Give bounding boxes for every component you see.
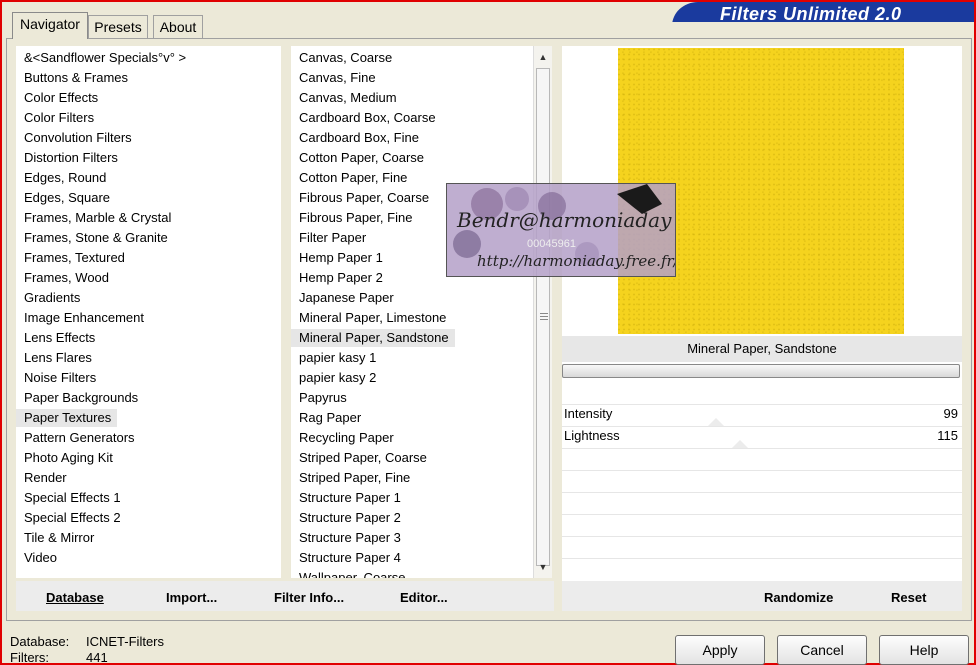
lightness-label: Lightness xyxy=(564,428,620,443)
category-item[interactable]: Color Effects xyxy=(16,89,104,107)
category-item[interactable]: Convolution Filters xyxy=(16,129,138,147)
tab-about[interactable]: About xyxy=(153,15,203,38)
filter-item[interactable]: Structure Paper 1 xyxy=(291,489,407,507)
filter-item[interactable]: Hemp Paper 1 xyxy=(291,249,389,267)
filter-item[interactable]: Cardboard Box, Coarse xyxy=(291,109,442,127)
filter-item[interactable]: Striped Paper, Coarse xyxy=(291,449,433,467)
category-item[interactable]: Edges, Round xyxy=(16,169,112,187)
watermark-name: Bendr@harmoniaday xyxy=(457,208,672,232)
filter-item[interactable]: Rag Paper xyxy=(291,409,367,427)
scroll-thumb[interactable] xyxy=(536,68,550,566)
lightness-slider[interactable]: Lightness 115 xyxy=(562,426,960,446)
category-item[interactable]: Lens Effects xyxy=(16,329,101,347)
category-item[interactable]: Image Enhancement xyxy=(16,309,150,327)
filters-status-value: 441 xyxy=(86,650,108,665)
filter-item[interactable]: Structure Paper 3 xyxy=(291,529,407,547)
filter-item[interactable]: Structure Paper 4 xyxy=(291,549,407,567)
category-item[interactable]: Special Effects 2 xyxy=(16,509,127,527)
filter-item[interactable]: Cotton Paper, Coarse xyxy=(291,149,430,167)
editor-button[interactable]: Editor... xyxy=(400,590,448,605)
category-item[interactable]: Photo Aging Kit xyxy=(16,449,119,467)
filter-item[interactable]: Papyrus xyxy=(291,389,353,407)
filter-item[interactable]: Mineral Paper, Sandstone xyxy=(291,329,455,347)
lightness-value: 115 xyxy=(937,428,958,443)
category-item[interactable]: &<Sandflower Specials°v° > xyxy=(16,49,192,67)
filter-item[interactable]: Recycling Paper xyxy=(291,429,400,447)
filter-item[interactable]: Fibrous Paper, Fine xyxy=(291,209,418,227)
category-item[interactable]: Noise Filters xyxy=(16,369,102,387)
filter-item[interactable]: papier kasy 1 xyxy=(291,349,382,367)
category-item[interactable]: Frames, Textured xyxy=(16,249,131,267)
intensity-value: 99 xyxy=(943,406,958,421)
watermark-number: 00045961 xyxy=(527,238,576,250)
category-item[interactable]: Frames, Marble & Crystal xyxy=(16,209,177,227)
category-item[interactable]: Color Filters xyxy=(16,109,100,127)
filter-item[interactable]: Mineral Paper, Limestone xyxy=(291,309,452,327)
filters-status: Filters: 441 xyxy=(10,650,108,665)
category-item[interactable]: Frames, Wood xyxy=(16,269,115,287)
app-title: Filters Unlimited 2.0 xyxy=(720,4,902,24)
category-item[interactable]: Paper Textures xyxy=(16,409,118,427)
reset-button[interactable]: Reset xyxy=(891,590,926,605)
filter-info-button[interactable]: Filter Info... xyxy=(274,590,344,605)
watermark-image: Bendr@harmoniaday 00045961 http://harmon… xyxy=(446,183,676,277)
intensity-slider[interactable]: Intensity 99 xyxy=(562,404,960,424)
category-item[interactable]: Pattern Generators xyxy=(16,429,141,447)
watermark-url: http://harmoniaday.free.fr/ xyxy=(477,252,676,270)
filter-item[interactable]: Canvas, Fine xyxy=(291,69,382,87)
selected-filter-name: Mineral Paper, Sandstone xyxy=(562,336,962,362)
category-item[interactable]: Special Effects 1 xyxy=(16,489,127,507)
category-item[interactable]: Frames, Stone & Granite xyxy=(16,229,174,247)
category-item[interactable]: Distortion Filters xyxy=(16,149,124,167)
category-item[interactable]: Edges, Square xyxy=(16,189,116,207)
scroll-down-button[interactable]: ▼ xyxy=(534,558,552,576)
filter-list-scrollbar[interactable]: ▲ ▼ xyxy=(533,46,552,578)
database-status: Database: ICNET-Filters xyxy=(10,634,164,649)
progress-bar xyxy=(562,364,960,378)
filter-item[interactable]: Striped Paper, Fine xyxy=(291,469,416,487)
filter-item[interactable]: papier kasy 2 xyxy=(291,369,382,387)
category-list[interactable]: &<Sandflower Specials°v° > Buttons & Fram… xyxy=(16,46,281,578)
tab-navigator[interactable]: Navigator xyxy=(12,12,88,39)
category-item[interactable]: Tile & Mirror xyxy=(16,529,100,547)
filter-item[interactable]: Structure Paper 2 xyxy=(291,509,407,527)
filter-item[interactable]: Filter Paper xyxy=(291,229,372,247)
category-item[interactable]: Render xyxy=(16,469,73,487)
filter-list[interactable]: Canvas, Coarse Canvas, Fine Canvas, Medium… xyxy=(291,46,533,578)
cancel-button[interactable]: Cancel xyxy=(777,635,867,665)
tab-presets[interactable]: Presets xyxy=(88,15,148,38)
database-status-label: Database: xyxy=(10,634,70,649)
category-item[interactable]: Paper Backgrounds xyxy=(16,389,144,407)
filter-item[interactable]: Cardboard Box, Fine xyxy=(291,129,425,147)
category-item[interactable]: Gradients xyxy=(16,289,86,307)
import-button[interactable]: Import... xyxy=(166,590,217,605)
category-item[interactable]: Buttons & Frames xyxy=(16,69,134,87)
filter-item[interactable]: Canvas, Medium xyxy=(291,89,403,107)
filter-item[interactable]: Hemp Paper 2 xyxy=(291,269,389,287)
filters-status-label: Filters: xyxy=(10,650,49,665)
randomize-button[interactable]: Randomize xyxy=(764,590,833,605)
filter-item[interactable]: Wallpaper, Coarse xyxy=(291,569,411,578)
filter-item[interactable]: Japanese Paper xyxy=(291,289,400,307)
scroll-up-button[interactable]: ▲ xyxy=(534,48,552,66)
database-status-value: ICNET-Filters xyxy=(86,634,164,649)
database-button[interactable]: Database xyxy=(46,590,104,605)
filter-item[interactable]: Canvas, Coarse xyxy=(291,49,398,67)
category-item[interactable]: Video xyxy=(16,549,63,567)
category-item[interactable]: Lens Flares xyxy=(16,349,98,367)
filter-item[interactable]: Fibrous Paper, Coarse xyxy=(291,189,435,207)
help-button[interactable]: Help xyxy=(879,635,969,665)
filter-item[interactable]: Cotton Paper, Fine xyxy=(291,169,413,187)
apply-button[interactable]: Apply xyxy=(675,635,765,665)
intensity-label: Intensity xyxy=(564,406,613,421)
